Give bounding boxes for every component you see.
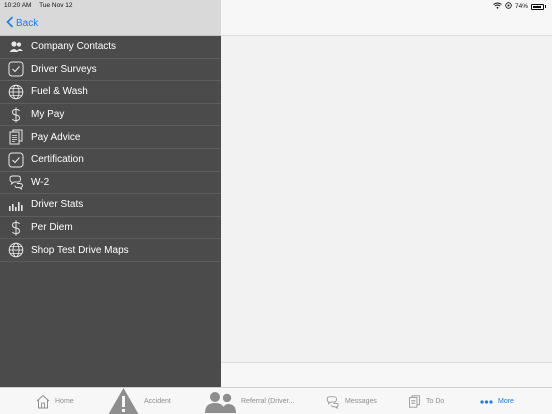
- sidebar-item-label: Per Diem: [31, 222, 73, 234]
- home-icon: [36, 394, 50, 409]
- chat-bubbles-icon: [325, 395, 340, 409]
- status-time: 10:20 AM: [4, 2, 32, 9]
- battery-icon: [531, 3, 544, 10]
- sidebar-menu: Company Contacts Driver Surveys Fuel & W…: [0, 36, 221, 388]
- detail-toolbar: [221, 362, 552, 387]
- tab-bar: Home Accident Referral (Driver... Messag…: [0, 387, 552, 414]
- sidebar-item-company-contacts[interactable]: Company Contacts: [0, 36, 221, 59]
- sidebar-item-fuel-wash[interactable]: Fuel & Wash: [0, 81, 221, 104]
- sidebar-item-label: W-2: [31, 176, 50, 188]
- sidebar-item-driver-surveys[interactable]: Driver Surveys: [0, 59, 221, 82]
- tab-home[interactable]: Home: [36, 388, 74, 414]
- wifi-icon: [493, 2, 502, 11]
- detail-pane: [221, 36, 552, 362]
- globe-icon: [8, 84, 24, 100]
- tab-label: Home: [55, 398, 74, 405]
- sidebar-item-label: Certification: [31, 154, 84, 166]
- more-dots-icon: [480, 399, 493, 404]
- people-icon: [205, 391, 236, 413]
- dollar-icon: [8, 220, 24, 236]
- tab-label: More: [498, 398, 514, 405]
- globe-icon: [8, 242, 24, 258]
- tab-label: Accident: [144, 398, 171, 405]
- sidebar-item-label: Pay Advice: [31, 131, 81, 143]
- sidebar-item-shop-test-drive-maps[interactable]: Shop Test Drive Maps: [0, 239, 221, 262]
- tab-to-do[interactable]: To Do: [408, 388, 444, 414]
- checkmark-icon: [8, 152, 24, 168]
- contacts-icon: [8, 39, 24, 55]
- tab-more[interactable]: More: [480, 388, 514, 414]
- sidebar-item-label: Shop Test Drive Maps: [31, 244, 129, 256]
- sidebar-item-label: Fuel & Wash: [31, 86, 88, 98]
- sidebar-item-label: Driver Surveys: [31, 63, 97, 75]
- status-date: Tue Nov 12: [39, 2, 73, 9]
- chat-bubbles-icon: [8, 174, 24, 191]
- tab-referral[interactable]: Referral (Driver...: [205, 388, 294, 414]
- document-icon: [8, 129, 24, 145]
- sidebar-item-my-pay[interactable]: My Pay: [0, 104, 221, 127]
- sidebar-item-label: My Pay: [31, 109, 65, 121]
- tab-label: Referral (Driver...: [241, 398, 295, 405]
- chevron-left-icon: [6, 16, 14, 30]
- battery-percent: 74%: [514, 3, 528, 10]
- warning-icon: [108, 388, 139, 414]
- bar-chart-icon: [8, 197, 24, 213]
- sidebar-item-label: Driver Stats: [31, 199, 84, 211]
- sidebar-item-per-diem[interactable]: Per Diem: [0, 217, 221, 240]
- sidebar-item-label: Company Contacts: [31, 41, 117, 53]
- sidebar-item-w2[interactable]: W-2: [0, 172, 221, 195]
- document-icon: [408, 394, 421, 409]
- sidebar-item-pay-advice[interactable]: Pay Advice: [0, 126, 221, 149]
- sidebar-item-driver-stats[interactable]: Driver Stats: [0, 194, 221, 217]
- status-bar: 10:20 AM Tue Nov 12 74%: [0, 0, 552, 12]
- tab-messages[interactable]: Messages: [325, 388, 377, 414]
- location-icon: [505, 2, 512, 11]
- tab-accident[interactable]: Accident: [108, 388, 171, 414]
- tab-label: Messages: [345, 398, 377, 405]
- sidebar-item-certification[interactable]: Certification: [0, 149, 221, 172]
- tab-label: To Do: [426, 398, 445, 405]
- back-button[interactable]: Back: [6, 16, 38, 30]
- dollar-icon: [8, 107, 24, 123]
- back-label: Back: [16, 17, 39, 29]
- checkmark-icon: [8, 61, 24, 77]
